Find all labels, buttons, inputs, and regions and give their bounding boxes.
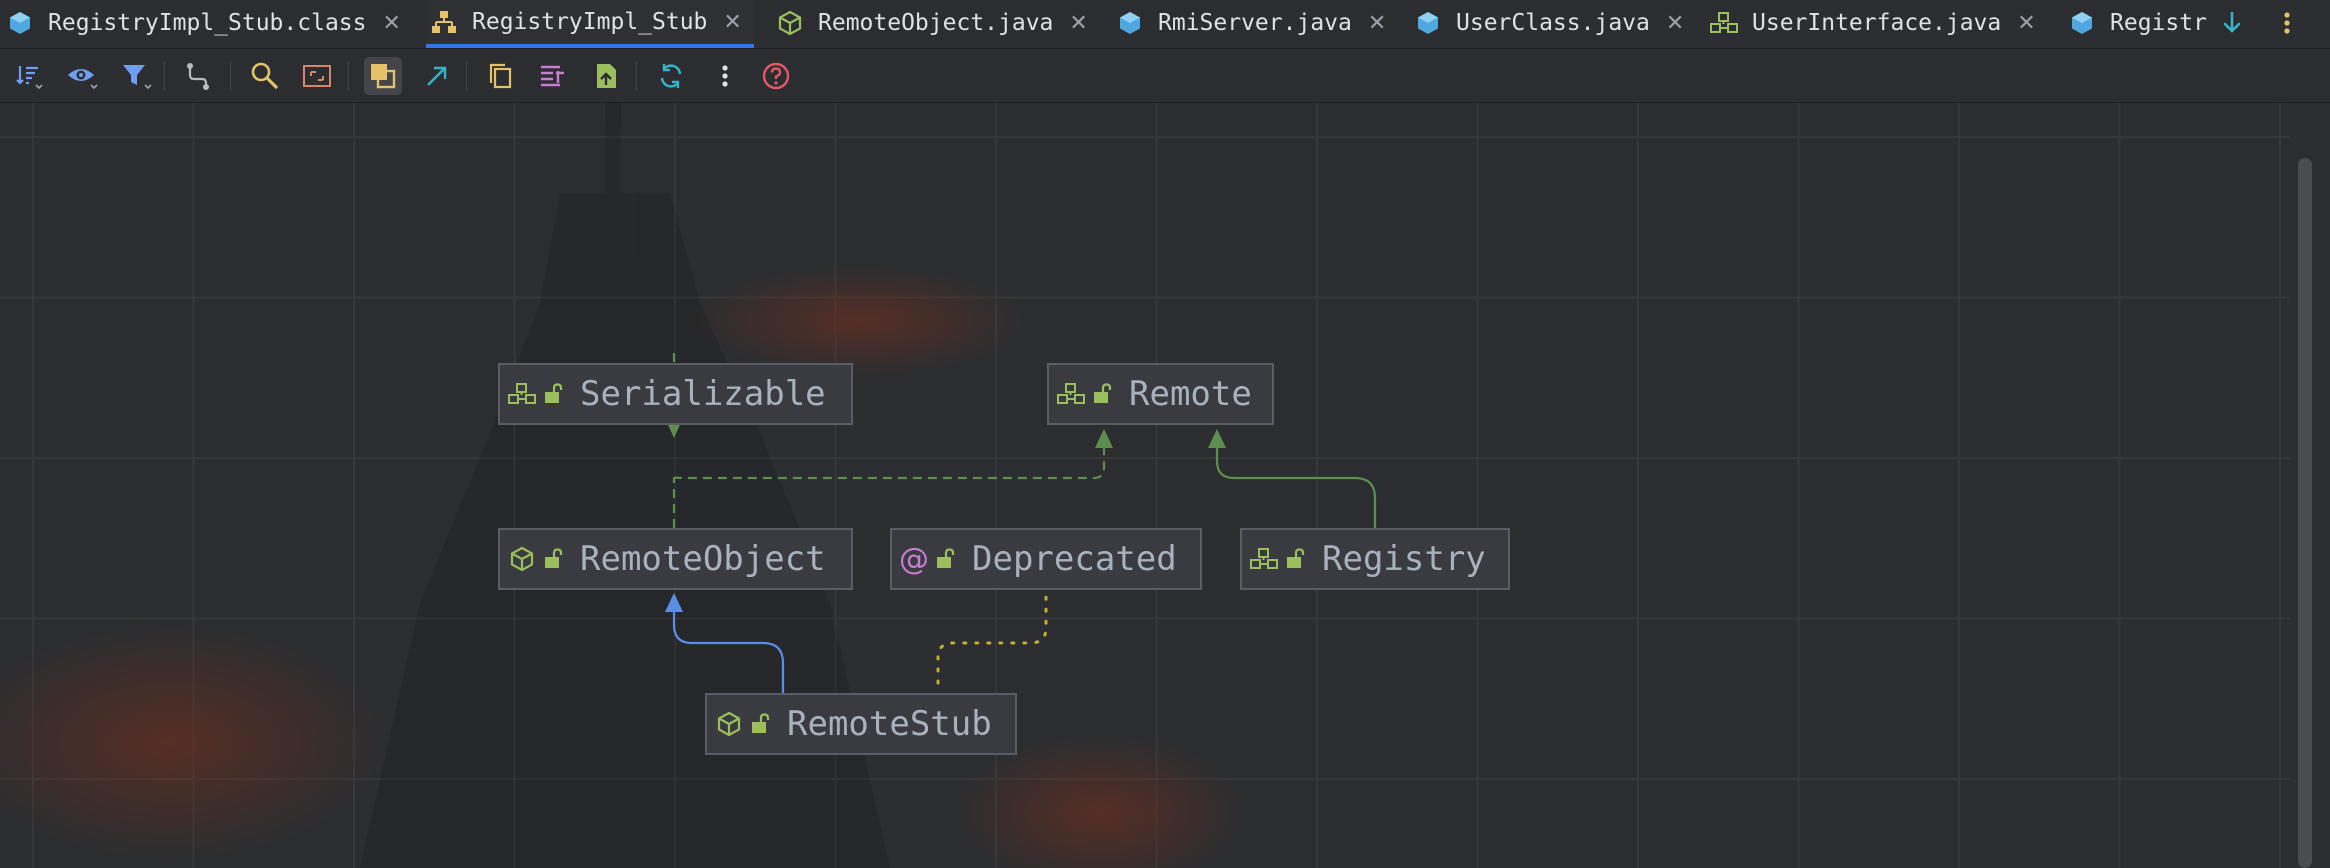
tab-label: UserClass.java <box>1456 10 1650 36</box>
abstract-class-icon <box>776 9 804 37</box>
zoom-icon <box>249 60 281 92</box>
annotation-icon: @ <box>899 541 929 577</box>
hierarchy-diagram-icon <box>430 8 458 36</box>
interface-icon <box>1057 380 1085 408</box>
tab-label: UserInterface.java <box>1752 10 2002 36</box>
node-label: Serializable <box>580 374 826 414</box>
export-icon <box>592 61 622 91</box>
editor-tab-bar: RegistryImpl_Stub.class ✕ RegistryImpl_S… <box>0 0 2330 49</box>
java-class-icon <box>2068 9 2096 37</box>
fit-content-button[interactable] <box>298 57 336 95</box>
export-button[interactable] <box>588 57 626 95</box>
more-vertical-icon <box>2280 9 2294 37</box>
public-lock-icon <box>1091 382 1113 406</box>
edge-remoteobject-implements-remote <box>672 429 1113 528</box>
toolbar-separator <box>636 61 637 91</box>
help-button[interactable] <box>757 57 795 95</box>
node-label: RemoteStub <box>787 704 992 744</box>
copy-icon <box>486 61 516 91</box>
tab-userinterface-java[interactable]: UserInterface.java ✕ <box>1710 0 2036 46</box>
layout-icon <box>538 61 570 91</box>
layout-button[interactable] <box>535 57 573 95</box>
tab-rmiserver-java[interactable]: RmiServer.java ✕ <box>1116 0 1386 46</box>
node-label: Registry <box>1322 539 1486 579</box>
close-icon[interactable]: ✕ <box>383 11 401 36</box>
navigate-button[interactable] <box>418 57 456 95</box>
navigate-icon <box>423 62 451 90</box>
tab-label: RemoteObject.java <box>818 10 1054 36</box>
interface-icon <box>1250 545 1278 573</box>
tab-registry-truncated[interactable]: Registr <box>2068 0 2210 46</box>
sort-button[interactable] <box>10 57 48 95</box>
diagram-edges <box>665 353 1377 693</box>
diagram-canvas[interactable]: Serializable Remote RemoteObject @ Depre… <box>0 103 2290 868</box>
more-icon <box>720 62 730 90</box>
route-edges-icon <box>184 61 214 91</box>
class-file-icon <box>6 9 34 37</box>
zoom-button[interactable] <box>246 57 284 95</box>
node-label: Deprecated <box>972 539 1177 579</box>
node-registry[interactable]: Registry <box>1240 528 1510 590</box>
close-icon[interactable]: ✕ <box>1666 11 1684 36</box>
refresh-icon <box>656 61 686 91</box>
public-lock-icon <box>542 382 564 406</box>
more-button[interactable] <box>706 57 744 95</box>
filter-icon <box>120 61 152 91</box>
tab-registryimpl-stub-class[interactable]: RegistryImpl_Stub.class ✕ <box>6 0 401 46</box>
toolbar-separator <box>466 61 467 91</box>
diagram-toolbar <box>0 49 2330 103</box>
refresh-button[interactable] <box>652 57 690 95</box>
public-lock-icon <box>542 547 564 571</box>
route-edges-button[interactable] <box>180 57 218 95</box>
node-remoteobject[interactable]: RemoteObject <box>498 528 853 590</box>
interface-icon <box>508 380 536 408</box>
public-lock-icon <box>934 547 956 571</box>
node-serializable[interactable]: Serializable <box>498 363 853 425</box>
node-deprecated[interactable]: @ Deprecated <box>890 528 1202 590</box>
show-dependencies-button[interactable] <box>364 57 402 95</box>
filter-button[interactable] <box>117 57 155 95</box>
arrow-down-icon <box>2218 9 2246 37</box>
tab-remoteobject-java[interactable]: RemoteObject.java ✕ <box>776 0 1088 46</box>
edge-remotestub-extends-remoteobject <box>665 593 785 693</box>
public-lock-icon <box>1284 547 1306 571</box>
copy-button[interactable] <box>482 57 520 95</box>
tab-label: RegistryImpl_Stub.class <box>48 10 367 36</box>
toolbar-separator <box>230 61 231 91</box>
edge-registry-extends-remote <box>1208 429 1377 528</box>
help-icon <box>761 61 791 91</box>
tab-label: Registr <box>2110 10 2207 36</box>
node-remotestub[interactable]: RemoteStub <box>705 693 1017 755</box>
toolbar-separator <box>164 61 165 91</box>
show-hidden-tabs-button[interactable] <box>2218 0 2246 46</box>
java-class-icon <box>1116 9 1144 37</box>
visibility-button[interactable] <box>63 57 101 95</box>
abstract-class-icon <box>508 545 536 573</box>
close-icon[interactable]: ✕ <box>1368 11 1386 36</box>
tab-label: RmiServer.java <box>1158 10 1352 36</box>
tab-more-button[interactable] <box>2280 0 2294 46</box>
public-lock-icon <box>749 712 771 736</box>
sort-icon <box>14 61 44 91</box>
close-icon[interactable]: ✕ <box>2017 11 2035 36</box>
node-remote[interactable]: Remote <box>1047 363 1274 425</box>
show-dependencies-icon <box>368 61 398 91</box>
vertical-scrollbar-thumb[interactable] <box>2298 158 2312 868</box>
close-icon[interactable]: ✕ <box>723 10 741 35</box>
toolbar-separator <box>348 61 349 91</box>
node-label: Remote <box>1129 374 1252 414</box>
close-icon[interactable]: ✕ <box>1069 11 1087 36</box>
tab-registryimpl-stub-diagram[interactable]: RegistryImpl_Stub ✕ <box>426 0 754 48</box>
fit-content-icon <box>302 62 332 90</box>
node-label: RemoteObject <box>580 539 826 579</box>
visibility-icon <box>66 61 98 91</box>
edge-remotestub-annotated-deprecated <box>936 594 1048 685</box>
java-class-icon <box>1414 9 1442 37</box>
interface-icon <box>1710 9 1738 37</box>
abstract-class-icon <box>715 710 743 738</box>
tab-userclass-java[interactable]: UserClass.java ✕ <box>1414 0 1684 46</box>
tab-label: RegistryImpl_Stub <box>472 9 708 35</box>
